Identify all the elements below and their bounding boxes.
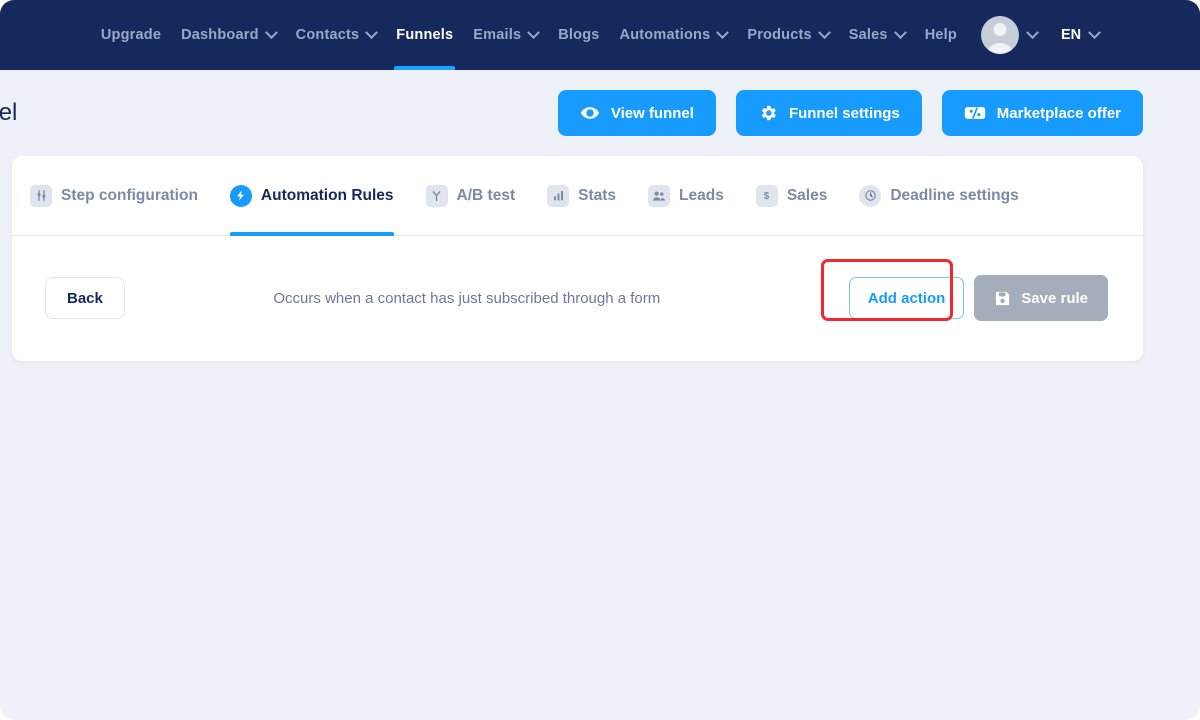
nav-item-help[interactable]: Help (925, 0, 957, 70)
people-icon (648, 184, 671, 207)
language-label: EN (1060, 27, 1082, 43)
language-selector[interactable]: EN (1060, 25, 1101, 43)
rule-actions: Add action Save rule (820, 259, 1108, 321)
active-nav-underline (394, 66, 456, 70)
tab-label: Step configuration (61, 186, 198, 204)
nav-item-emails[interactable]: Emails (473, 0, 541, 70)
user-avatar-icon (980, 16, 1019, 54)
nav-item-label: Funnels (396, 27, 454, 43)
button-label: Funnel settings (788, 104, 900, 122)
nav-item-upgrade[interactable]: Upgrade (101, 0, 161, 70)
nav-item-sales[interactable]: Sales (848, 0, 907, 70)
tab-sales[interactable]: $ Sales (755, 156, 828, 235)
nav-item-label: Contacts (295, 27, 360, 43)
chevron-down-icon (716, 25, 730, 39)
nav-item-products[interactable]: Products (747, 0, 831, 70)
tab-label: Stats (578, 186, 617, 204)
tab-step-configuration[interactable]: Step configuration (30, 156, 198, 235)
button-label: Marketplace offer (996, 104, 1121, 122)
ticket-percent-icon (964, 107, 985, 119)
dollar-icon: $ (755, 184, 778, 207)
button-label: View funnel (610, 104, 694, 122)
lightning-bolt-icon (229, 184, 252, 207)
tab-label: Automation Rules (260, 186, 394, 204)
tab-stats[interactable]: Stats (547, 156, 616, 235)
nav-item-label: Dashboard (181, 27, 259, 43)
eye-icon (580, 107, 600, 119)
nav-item-label: Upgrade (100, 27, 162, 43)
chevron-down-icon (527, 25, 541, 39)
chevron-down-icon (817, 25, 831, 39)
gear-icon (761, 105, 776, 121)
marketplace-offer-button[interactable]: Marketplace offer (941, 90, 1143, 136)
tab-leads[interactable]: Leads (648, 156, 724, 235)
top-navigation-bar: Upgrade Dashboard Contacts Funnels Email… (0, 0, 1200, 70)
add-action-button[interactable]: Add action (848, 277, 965, 319)
chevron-down-icon (264, 25, 278, 39)
tab-label: A/B test (456, 186, 516, 204)
button-label: Save rule (1021, 289, 1088, 307)
funnel-settings-button[interactable]: Funnel settings (735, 90, 922, 136)
header-actions: View funnel Funnel settings Marketplace … (557, 90, 1143, 136)
nav-item-label: Sales (848, 27, 888, 43)
account-menu[interactable] (980, 16, 1039, 54)
automation-rules-card: Step configuration Automation Rules A/B … (12, 156, 1143, 361)
tab-ab-test[interactable]: A/B test (425, 156, 516, 235)
chevron-down-icon (1026, 25, 1039, 39)
tab-label: Deadline settings (890, 186, 1019, 204)
nav-item-dashboard[interactable]: Dashboard (181, 0, 278, 70)
save-rule-button[interactable]: Save rule (974, 275, 1108, 321)
tab-label: Leads (679, 186, 724, 204)
tab-label: Sales (786, 186, 828, 204)
clock-icon (859, 184, 882, 207)
nav-item-blogs[interactable]: Blogs (558, 0, 599, 70)
nav-item-automations[interactable]: Automations (619, 0, 730, 70)
tab-deadline-settings[interactable]: Deadline settings (859, 156, 1019, 235)
svg-text:$: $ (764, 191, 770, 202)
tab-automation-rules[interactable]: Automation Rules (229, 156, 394, 236)
chevron-down-icon (893, 25, 907, 39)
nav-item-funnels[interactable]: Funnels (394, 0, 456, 70)
nav-item-label: Products (747, 27, 812, 43)
nav-item-label: Automations (619, 27, 711, 43)
chevron-down-icon (1088, 25, 1101, 39)
view-funnel-button[interactable]: View funnel (557, 90, 716, 136)
nav-item-label: Help (924, 27, 957, 43)
floppy-disk-icon (996, 291, 1010, 305)
chevron-down-icon (365, 25, 379, 39)
nav-items: Upgrade Dashboard Contacts Funnels Email… (101, 0, 1101, 70)
nav-item-contacts[interactable]: Contacts (295, 0, 379, 70)
page-header: nnel View funnel Funnel settings (0, 70, 1200, 156)
nav-item-label: Blogs (558, 27, 600, 43)
nav-item-label: Emails (473, 27, 522, 43)
branch-split-icon (425, 184, 448, 207)
page-title: nnel (0, 99, 18, 126)
rule-description: Occurs when a contact has just subscribe… (273, 289, 661, 307)
automation-rule-row: Back Occurs when a contact has just subs… (12, 236, 1143, 360)
tab-bar: Step configuration Automation Rules A/B … (12, 156, 1143, 236)
bar-chart-icon (547, 184, 570, 207)
app-window: Upgrade Dashboard Contacts Funnels Email… (0, 0, 1200, 720)
sliders-icon (30, 184, 52, 207)
